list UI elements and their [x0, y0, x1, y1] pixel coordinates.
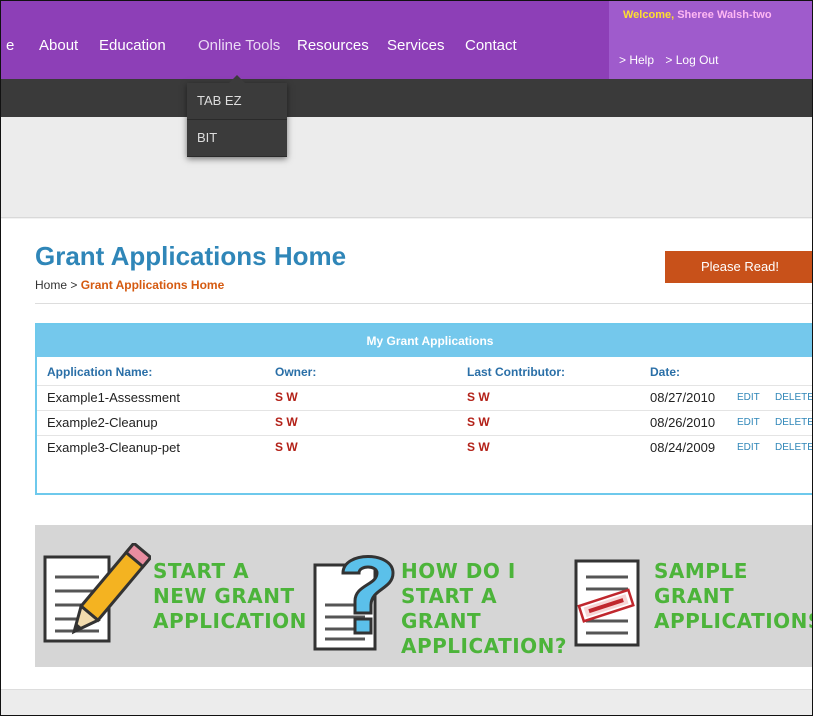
edit-link[interactable]: EDIT — [737, 417, 760, 428]
dropdown-item-bit[interactable]: BIT — [187, 120, 287, 157]
logout-link[interactable]: > Log Out — [665, 53, 718, 67]
application-name[interactable]: Example1-Assessment — [47, 390, 180, 405]
browser-viewport: e About Education Online Tools Resources… — [0, 0, 813, 716]
date-cell: 08/27/2010 — [650, 390, 716, 405]
how-to-start-text: HOW DO I START A GRANT APPLICATION? — [401, 559, 568, 658]
table-row: Example2-Cleanup S W S W 08/26/2010 EDIT… — [37, 410, 812, 436]
breadcrumb-separator: > — [67, 278, 81, 292]
table-title: My Grant Applications — [37, 325, 812, 357]
column-header-application-name: Application Name: — [47, 365, 153, 379]
sub-navigation-bar — [1, 79, 812, 117]
delete-link[interactable]: DELETE — [775, 392, 812, 403]
start-new-grant-promo[interactable]: START A NEW GRANT APPLICATION — [35, 525, 307, 667]
question-document-icon — [313, 555, 395, 651]
owner-cell: S W — [275, 415, 298, 429]
owner-cell: S W — [275, 440, 298, 454]
user-name: Sheree Walsh-two — [677, 9, 772, 21]
date-cell: 08/24/2009 — [650, 440, 716, 455]
page-title: Grant Applications Home — [35, 241, 347, 271]
grant-applications-table: My Grant Applications Application Name: … — [35, 323, 812, 495]
column-header-last-contributor: Last Contributor: — [467, 365, 565, 379]
nav-item-contact[interactable]: Contact — [465, 37, 517, 54]
top-navigation: e About Education Online Tools Resources… — [1, 1, 812, 79]
edit-link[interactable]: EDIT — [737, 442, 760, 453]
divider — [35, 303, 812, 304]
footer-band — [1, 689, 812, 715]
welcome-line: Welcome, Sheree Walsh-two — [623, 9, 772, 21]
help-link[interactable]: > Help — [619, 53, 654, 67]
application-name[interactable]: Example3-Cleanup-pet — [47, 440, 180, 455]
nav-item-services[interactable]: Services — [387, 37, 445, 54]
column-header-owner: Owner: — [275, 365, 317, 379]
sample-stamp-document-icon — [574, 559, 640, 647]
nav-item-home[interactable]: e — [6, 37, 14, 54]
how-to-start-promo[interactable]: HOW DO I START A GRANT APPLICATION? — [305, 525, 570, 667]
column-header-date: Date: — [650, 365, 681, 379]
welcome-label: Welcome, — [623, 9, 675, 21]
table-row: Example1-Assessment S W S W 08/27/2010 E… — [37, 385, 812, 411]
delete-link[interactable]: DELETE — [775, 417, 812, 428]
dropdown-item-tab-ez[interactable]: TAB EZ — [187, 83, 287, 120]
nav-item-education[interactable]: Education — [99, 37, 166, 54]
please-read-button[interactable]: Please Read! — [665, 251, 812, 283]
date-cell: 08/26/2010 — [650, 415, 716, 430]
application-name[interactable]: Example2-Cleanup — [47, 415, 158, 430]
sample-grants-text: SAMPLE GRANT APPLICATIONS — [654, 559, 813, 633]
table-row: Example3-Cleanup-pet S W S W 08/24/2009 … — [37, 435, 812, 461]
start-new-grant-text: START A NEW GRANT APPLICATION — [153, 559, 307, 633]
nav-item-online-tools[interactable]: Online Tools — [198, 37, 280, 54]
promo-banner: START A NEW GRANT APPLICATION HOW DO I S… — [35, 525, 813, 667]
main-content: Grant Applications Home Home > Grant App… — [1, 219, 812, 689]
pencil-document-icon — [43, 543, 151, 643]
breadcrumb-home[interactable]: Home — [35, 278, 67, 292]
owner-cell: S W — [275, 390, 298, 404]
user-panel: Welcome, Sheree Walsh-two > Help > Log O… — [609, 1, 812, 79]
edit-link[interactable]: EDIT — [737, 392, 760, 403]
user-links: > Help > Log Out — [619, 53, 726, 67]
nav-item-about[interactable]: About — [39, 37, 78, 54]
breadcrumb: Home > Grant Applications Home — [35, 278, 224, 292]
banner-area — [1, 117, 812, 218]
online-tools-dropdown: TAB EZ BIT — [187, 75, 287, 157]
delete-link[interactable]: DELETE — [775, 442, 812, 453]
breadcrumb-current: Grant Applications Home — [80, 278, 225, 292]
contributor-cell: S W — [467, 415, 490, 429]
contributor-cell: S W — [467, 390, 490, 404]
contributor-cell: S W — [467, 440, 490, 454]
sample-grants-promo[interactable]: SAMPLE GRANT APPLICATIONS — [570, 525, 813, 667]
dropdown-pointer — [229, 75, 245, 83]
nav-item-resources[interactable]: Resources — [297, 37, 369, 54]
